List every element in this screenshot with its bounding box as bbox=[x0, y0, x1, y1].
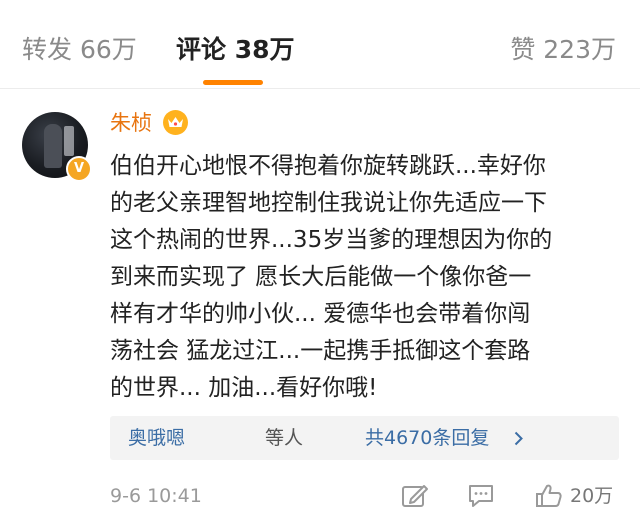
thumbs-up-icon bbox=[536, 484, 562, 507]
comment-timestamp: 9-6 10:41 bbox=[110, 485, 202, 507]
header-divider bbox=[0, 88, 640, 89]
comment-line: 荡社会 猛龙过江...一起携手抵御这个套路 bbox=[110, 338, 531, 364]
tab-comment[interactable]: 评论 38万 bbox=[176, 34, 295, 66]
verified-badge-icon: V bbox=[66, 156, 92, 182]
comment-body: 伯伯开心地恨不得抱着你旋转跳跃...幸好你 的老父亲理智地控制住我说让你先适应一… bbox=[110, 148, 625, 407]
like-count: 20万 bbox=[570, 485, 614, 507]
reply-others-label: 等人 bbox=[265, 427, 304, 449]
active-tab-indicator bbox=[203, 80, 263, 85]
crown-icon bbox=[163, 110, 188, 135]
edit-share-icon bbox=[402, 485, 428, 507]
repost-comment-button[interactable] bbox=[401, 483, 431, 509]
comment-username[interactable]: 朱桢 bbox=[110, 109, 152, 137]
avatar-background-light bbox=[64, 126, 74, 156]
avatar-person-silhouette bbox=[44, 124, 62, 168]
comment-line: 到来而实现了 愿长大后能做一个像你爸一 bbox=[110, 264, 532, 290]
comment-line: 样有才华的帅小伙... 爱德华也会带着你闯 bbox=[110, 301, 531, 327]
comment-tabs-bar: 转发 66万 评论 38万 赞 223万 bbox=[0, 0, 640, 85]
comment-line: 的老父亲理智地控制住我说让你先适应一下 bbox=[110, 190, 547, 216]
comment-line: 的世界... 加油...看好你哦! bbox=[110, 375, 378, 401]
replies-summary-button[interactable]: 奥哦嗯 等人 共4670条回复 bbox=[110, 416, 619, 460]
chevron-right-icon bbox=[514, 431, 523, 446]
comment-line: 伯伯开心地恨不得抱着你旋转跳跃...幸好你 bbox=[110, 153, 546, 179]
tab-like[interactable]: 赞 223万 bbox=[510, 34, 616, 66]
reply-count-link[interactable]: 共4670条回复 bbox=[365, 424, 489, 452]
like-button[interactable] bbox=[535, 483, 565, 509]
comment-bubble-icon bbox=[469, 485, 493, 507]
comment-line: 这个热闹的世界...35岁当爹的理想因为你的 bbox=[110, 227, 553, 253]
reply-user-names[interactable]: 奥哦嗯 bbox=[128, 424, 185, 452]
reply-button[interactable] bbox=[467, 483, 497, 509]
comment-page: 转发 66万 评论 38万 赞 223万 V 朱桢 伯伯开心地恨不得抱着你旋转跳… bbox=[0, 0, 640, 511]
tab-repost[interactable]: 转发 66万 bbox=[22, 34, 137, 66]
